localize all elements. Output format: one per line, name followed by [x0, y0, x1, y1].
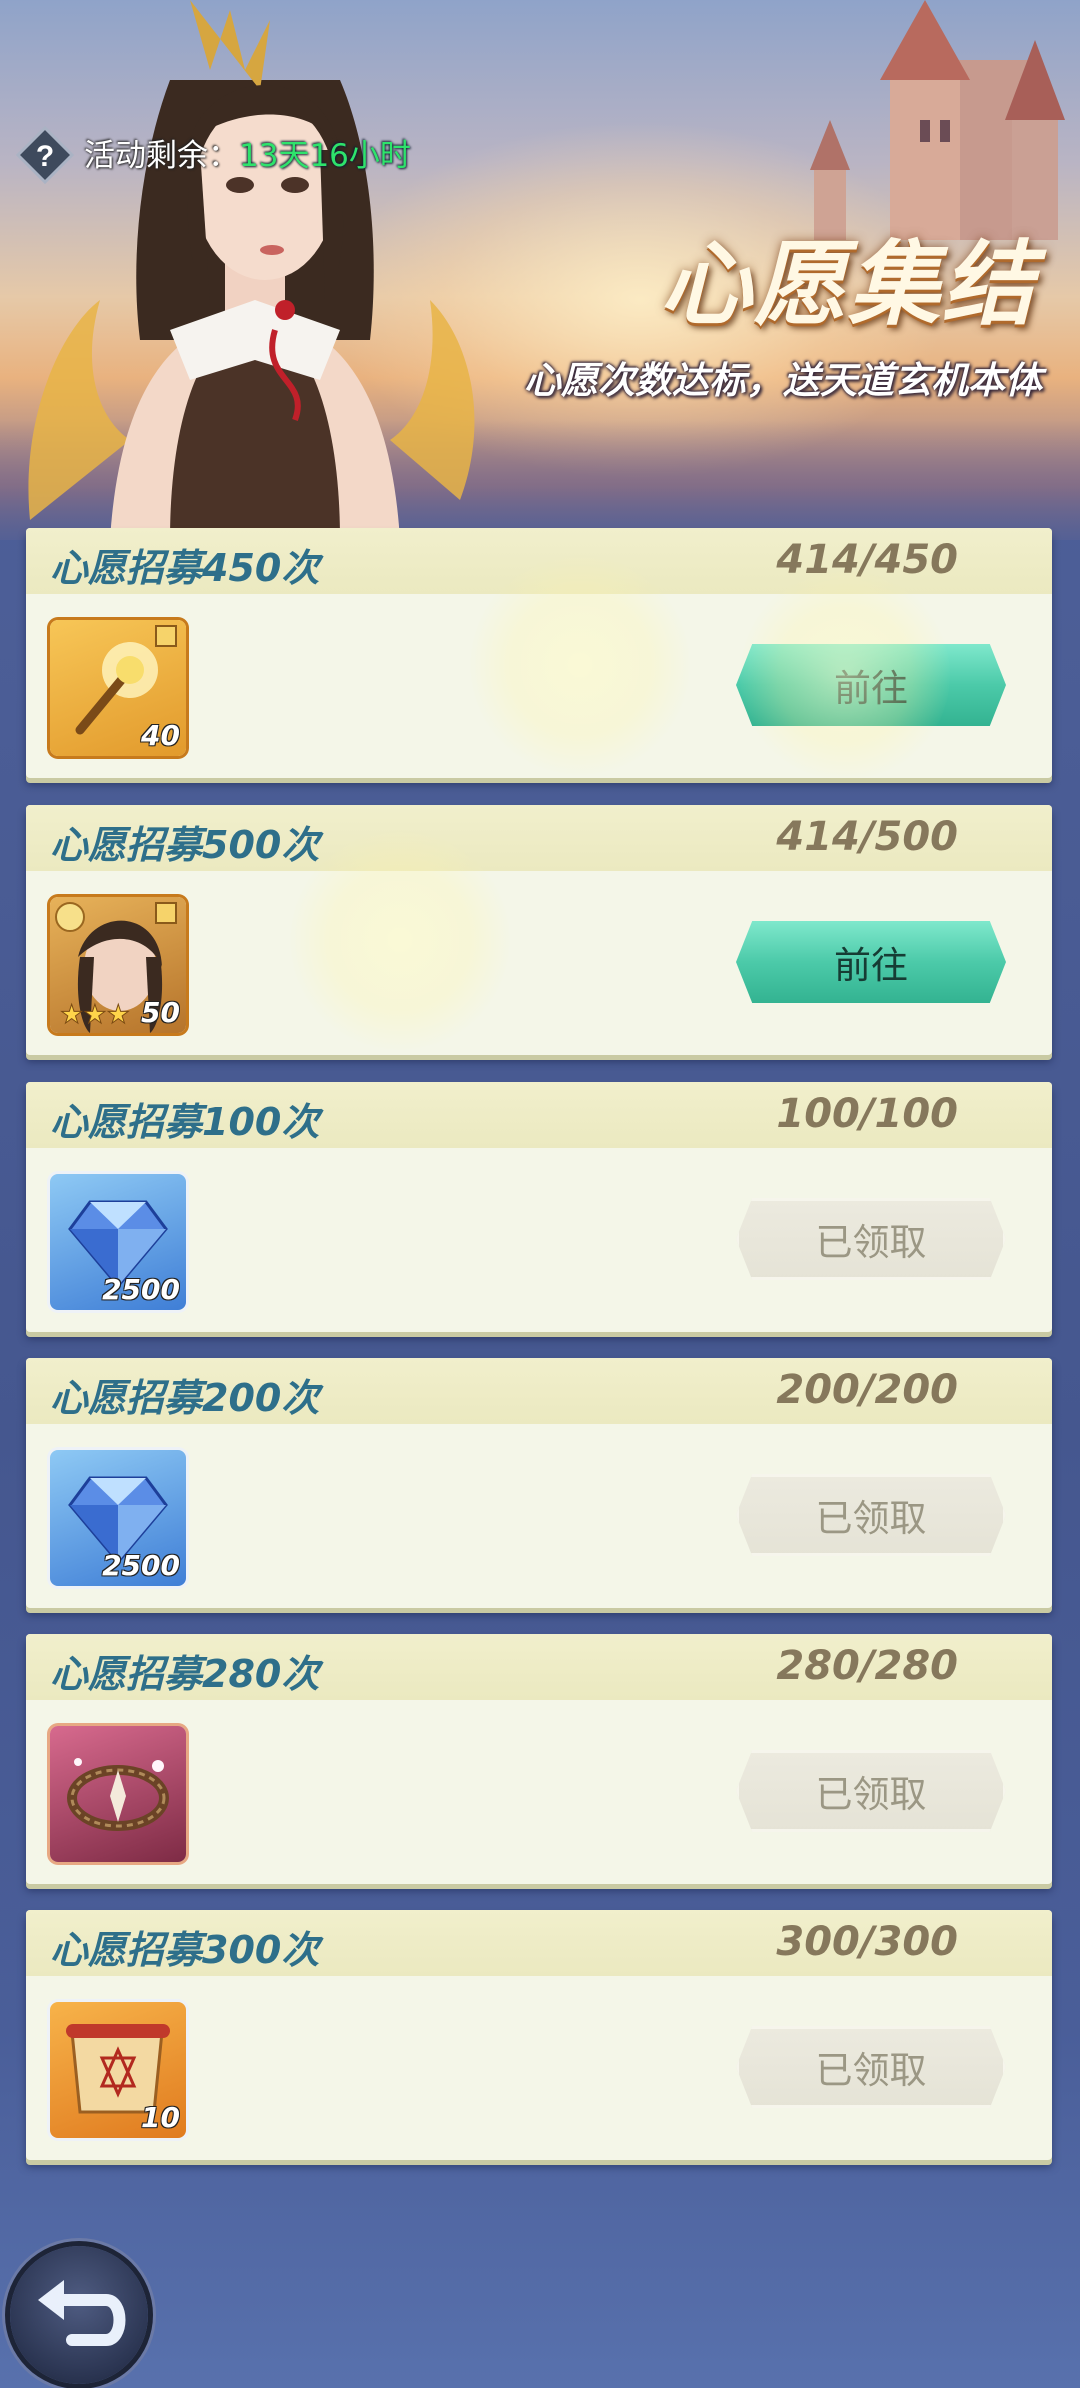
back-arrow-icon [38, 2280, 126, 2346]
claimed-button[interactable]: 已领取 [736, 2026, 1006, 2108]
event-timer: 活动剩余：13天16小时 [84, 130, 411, 175]
castle-illustration [810, 0, 1065, 240]
back-button[interactable] [10, 2246, 148, 2384]
claimed-button-label: 已领取 [815, 1497, 927, 1540]
task-title: 心愿招募500次 [50, 823, 320, 867]
claimed-button-label: 已领取 [815, 1773, 927, 1816]
claimed-button-label: 已领取 [815, 1221, 927, 1264]
task-card: 心愿招募450次 414/450 40 前往 [26, 528, 1052, 778]
task-title: 心愿招募200次 [50, 1376, 320, 1420]
thorn-crown-icon[interactable] [50, 1726, 186, 1862]
claimed-button-label: 已领取 [815, 2049, 927, 2092]
go-button[interactable]: 前往 [736, 644, 1006, 726]
golden-scepter-icon[interactable]: 40 [50, 620, 186, 756]
scroll-icon[interactable]: 10 [50, 2002, 186, 2138]
task-title: 心愿招募280次 [50, 1652, 320, 1696]
task-card-header: 心愿招募280次 280/280 [26, 1634, 1052, 1700]
svg-text:?: ? [36, 140, 54, 173]
task-progress: 100/100 [776, 1091, 958, 1137]
event-title: 心愿集结 [659, 231, 1036, 338]
question-mark-icon: ? [15, 125, 75, 185]
task-progress: 414/500 [776, 814, 958, 860]
task-title: 心愿招募100次 [50, 1100, 320, 1144]
task-card-header: 心愿招募500次 414/500 [26, 805, 1052, 871]
task-progress: 200/200 [776, 1367, 958, 1413]
diamond-icon[interactable]: 2500 [50, 1450, 186, 1586]
item-quantity: 10 [141, 2101, 180, 2134]
go-button[interactable]: 前往 [736, 921, 1006, 1003]
task-card-header: 心愿招募200次 200/200 [26, 1358, 1052, 1424]
item-quantity: 2500 [102, 1273, 180, 1306]
task-card-header: 心愿招募100次 100/100 [26, 1082, 1052, 1148]
task-title: 心愿招募450次 [50, 546, 320, 590]
item-quantity: 40 [141, 719, 180, 752]
task-progress: 414/450 [776, 537, 958, 583]
event-subtitle: 心愿次数达标，送天道玄机本体 [524, 359, 1042, 402]
task-card: 心愿招募100次 100/100 2500 已领取 [26, 1082, 1052, 1332]
claimed-button[interactable]: 已领取 [736, 1198, 1006, 1280]
claimed-button[interactable]: 已领取 [736, 1750, 1006, 1832]
timer-value: 13天16小时 [239, 138, 411, 174]
task-card-header: 心愿招募300次 300/300 [26, 1910, 1052, 1976]
item-quantity: 2500 [102, 1549, 180, 1582]
task-card: 心愿招募280次 280/280 已领取 [26, 1634, 1052, 1884]
task-progress: 300/300 [776, 1919, 958, 1965]
task-card: 心愿招募300次 300/300 10 已领取 [26, 1910, 1052, 2160]
task-title: 心愿招募300次 [50, 1928, 320, 1972]
go-button-label: 前往 [834, 667, 908, 710]
timer-label: 活动剩余： [84, 138, 239, 174]
help-button[interactable]: ? [15, 125, 75, 185]
svg-text:★★★: ★★★ [60, 1000, 130, 1030]
go-button-label: 前往 [834, 944, 908, 987]
diamond-icon[interactable]: 2500 [50, 1174, 186, 1310]
task-card: 心愿招募500次 414/500 ★★★ 50 前往 [26, 805, 1052, 1055]
task-card-header: 心愿招募450次 414/450 [26, 528, 1052, 594]
task-card: 心愿招募200次 200/200 2500 已领取 [26, 1358, 1052, 1608]
task-progress: 280/280 [776, 1643, 958, 1689]
claimed-button[interactable]: 已领取 [736, 1474, 1006, 1556]
hero-portrait-icon[interactable]: ★★★ 50 [50, 897, 186, 1033]
heroine-illustration [28, 0, 475, 540]
item-quantity: 50 [141, 996, 180, 1029]
hero-banner: ? 活动剩余：13天16小时 心愿集结 心愿次数达标，送天道玄机本体 [0, 0, 1080, 540]
